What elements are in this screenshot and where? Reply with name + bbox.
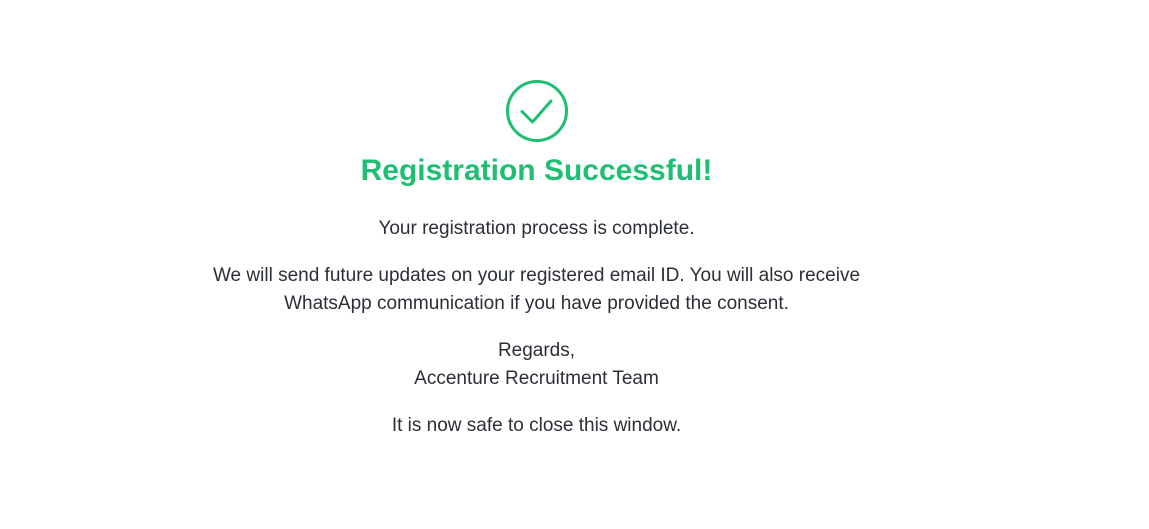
updates-message-line-2: WhatsApp communication if you have provi… xyxy=(284,293,789,314)
close-window-message: It is now safe to close this window. xyxy=(391,415,682,436)
sign-off: Regards, Accenture Recruitment Team xyxy=(0,337,1073,393)
team-signature: Accenture Recruitment Team xyxy=(414,368,659,389)
regards-text: Regards, xyxy=(497,340,576,361)
updates-message-line-1: We will send future updates on your regi… xyxy=(212,265,861,286)
status-message: Your registration process is complete. xyxy=(378,218,695,239)
updates-message: We will send future updates on your regi… xyxy=(0,262,1073,318)
registration-success-page: Registration Successful! Your registrati… xyxy=(0,0,1149,529)
success-panel: Registration Successful! Your registrati… xyxy=(0,80,1073,440)
check-circle-icon xyxy=(505,80,568,142)
page-title: Registration Successful! xyxy=(360,154,713,187)
